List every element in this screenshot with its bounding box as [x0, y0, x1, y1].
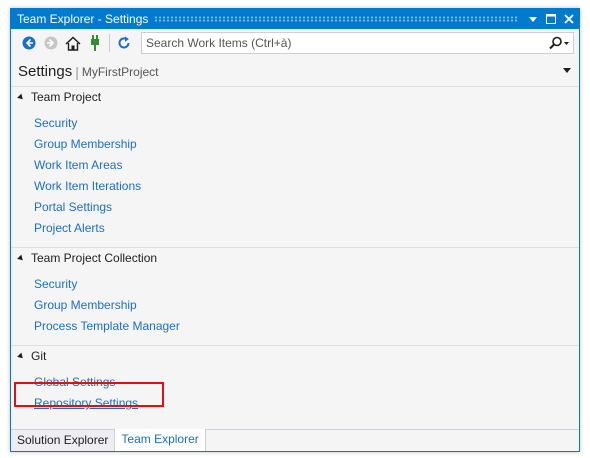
- highlight-box: [14, 382, 164, 407]
- link-project-alerts[interactable]: Project Alerts: [34, 218, 579, 239]
- home-icon[interactable]: [62, 32, 84, 54]
- link-work-item-areas[interactable]: Work Item Areas: [34, 155, 579, 176]
- toolbar: [11, 29, 579, 57]
- link-group-membership[interactable]: Group Membership: [34, 295, 579, 316]
- title-separator: |: [75, 63, 79, 80]
- dropdown-icon[interactable]: [525, 11, 541, 27]
- link-security[interactable]: Security: [34, 274, 579, 295]
- link-group-membership[interactable]: Group Membership: [34, 134, 579, 155]
- window-title: Team Explorer - Settings: [17, 12, 149, 26]
- bottom-tabs: Solution Explorer Team Explorer: [11, 429, 579, 451]
- title-bar-grip[interactable]: [154, 16, 519, 22]
- link-process-template-manager[interactable]: Process Template Manager: [34, 316, 579, 337]
- link-security[interactable]: Security: [34, 113, 579, 134]
- toolbar-separator: [109, 34, 110, 52]
- search-input[interactable]: [142, 33, 545, 53]
- link-portal-settings[interactable]: Portal Settings: [34, 197, 579, 218]
- section-title: Git: [31, 349, 47, 363]
- collapse-triangle-icon[interactable]: [17, 254, 25, 263]
- section-title: Team Project Collection: [31, 251, 158, 265]
- chevron-down-icon[interactable]: [563, 68, 571, 73]
- connect-icon[interactable]: [84, 32, 106, 54]
- page-title: Settings: [18, 63, 73, 80]
- link-work-item-iterations[interactable]: Work Item Iterations: [34, 176, 579, 197]
- close-icon[interactable]: [561, 11, 577, 27]
- section-team-project-collection: Team Project Collection Security Group M…: [11, 248, 579, 346]
- tab-team-explorer[interactable]: Team Explorer: [115, 429, 206, 451]
- tab-solution-explorer[interactable]: Solution Explorer: [11, 430, 116, 451]
- settings-content: Team Project Security Group Membership W…: [11, 87, 579, 431]
- title-bar[interactable]: Team Explorer - Settings: [11, 9, 579, 29]
- forward-icon[interactable]: [40, 32, 62, 54]
- section-header-team-project-collection[interactable]: Team Project Collection: [11, 248, 579, 268]
- collapse-triangle-icon[interactable]: [17, 93, 25, 102]
- collapse-triangle-icon[interactable]: [17, 352, 25, 361]
- refresh-icon[interactable]: [113, 32, 135, 54]
- search-box[interactable]: [141, 32, 574, 54]
- page-header: Settings | MyFirstProject: [11, 57, 579, 87]
- project-name[interactable]: MyFirstProject: [82, 65, 159, 79]
- maximize-icon[interactable]: [543, 11, 559, 27]
- section-team-project: Team Project Security Group Membership W…: [11, 87, 579, 248]
- section-header-git[interactable]: Git: [11, 346, 579, 366]
- section-title: Team Project: [31, 90, 102, 104]
- back-icon[interactable]: [18, 32, 40, 54]
- search-icon[interactable]: [545, 33, 573, 53]
- section-header-team-project[interactable]: Team Project: [11, 87, 579, 107]
